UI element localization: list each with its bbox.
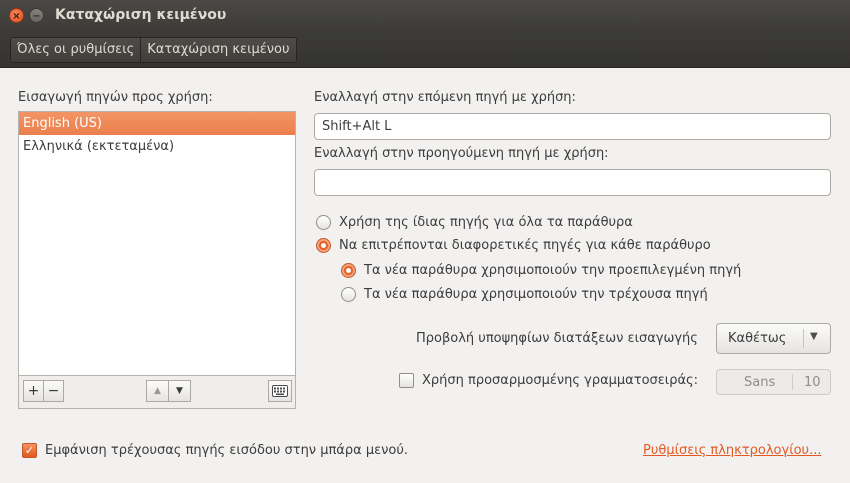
chevron-down-icon: ▼: [810, 331, 818, 342]
list-item[interactable]: English (US): [19, 112, 295, 135]
sources-toolbar: + − ▲ ▼: [18, 376, 296, 409]
add-source-button[interactable]: +: [23, 380, 44, 402]
toolbar: Όλες οι ρυθμίσεις Καταχώριση κειμένου: [0, 32, 850, 68]
keyboard-settings-link[interactable]: Ρυθμίσεις πληκτρολογίου...: [643, 443, 821, 458]
candidates-select[interactable]: Καθέτως ▼: [716, 323, 831, 354]
keyboard-layout-button[interactable]: [268, 380, 292, 402]
radio-label: Χρήση της ίδιας πηγής για όλα τα παράθυρ…: [339, 215, 633, 230]
list-item[interactable]: Ελληνικά (εκτεταμένα): [19, 135, 295, 158]
radio-unchecked-icon: [341, 287, 356, 302]
custom-font-checkbox[interactable]: [399, 373, 414, 388]
divider: [792, 374, 793, 390]
radio-checked-icon: [316, 238, 331, 253]
next-source-label: Εναλλαγή στην επόμενη πηγή με χρήση:: [314, 90, 576, 105]
new-windows-current-radio[interactable]: Τα νέα παράθυρα χρησιμοποιούν την τρέχου…: [341, 287, 708, 302]
move-up-button[interactable]: ▲: [146, 380, 169, 402]
font-chooser-button[interactable]: Sans 10: [716, 369, 831, 395]
window-title: Καταχώριση κειμένου: [55, 7, 227, 23]
keyboard-icon: [272, 385, 288, 397]
divider: [803, 329, 804, 348]
radio-label: Τα νέα παράθυρα χρησιμοποιούν την τρέχου…: [364, 287, 708, 302]
prev-source-shortcut-field[interactable]: [314, 169, 831, 196]
font-name: Sans: [744, 375, 776, 390]
breadcrumb-text-entry[interactable]: Καταχώριση κειμένου: [140, 38, 296, 62]
input-sources-list[interactable]: English (US) Ελληνικά (εκτεταμένα): [18, 111, 296, 376]
prev-source-label: Εναλλαγή στην προηγούμενη πηγή με χρήση:: [314, 146, 609, 161]
remove-source-button[interactable]: −: [43, 380, 64, 402]
font-size: 10: [804, 375, 821, 390]
move-down-button[interactable]: ▼: [168, 380, 191, 402]
radio-label: Τα νέα παράθυρα χρησιμοποιούν την προεπι…: [364, 263, 742, 278]
sources-heading: Εισαγωγή πηγών προς χρήση:: [18, 90, 213, 105]
window-titlebar: × − Καταχώριση κειμένου: [0, 0, 850, 32]
radio-label: Να επιτρέπονται διαφορετικές πηγές για κ…: [339, 238, 711, 253]
close-icon[interactable]: ×: [9, 8, 24, 23]
minimize-icon[interactable]: −: [29, 8, 44, 23]
custom-font-label: Χρήση προσαρμοσμένης γραμματοσειράς:: [422, 373, 699, 388]
radio-unchecked-icon: [316, 215, 331, 230]
radio-checked-icon: [341, 263, 356, 278]
candidates-value: Καθέτως: [728, 331, 787, 346]
show-menu-label: Εμφάνιση τρέχουσας πηγής εισόδου στην μπ…: [45, 443, 408, 458]
same-source-radio[interactable]: Χρήση της ίδιας πηγής για όλα τα παράθυρ…: [316, 215, 633, 230]
next-source-shortcut-field[interactable]: Shift+Alt L: [314, 113, 831, 140]
breadcrumb: Όλες οι ρυθμίσεις Καταχώριση κειμένου: [10, 37, 297, 63]
new-windows-default-radio[interactable]: Τα νέα παράθυρα χρησιμοποιούν την προεπι…: [341, 263, 741, 278]
show-menu-checkbox[interactable]: ✓: [22, 443, 37, 458]
candidates-label: Προβολή υποψηφίων διατάξεων εισαγωγής: [416, 331, 698, 346]
different-sources-radio[interactable]: Να επιτρέπονται διαφορετικές πηγές για κ…: [316, 238, 711, 253]
breadcrumb-all-settings[interactable]: Όλες οι ρυθμίσεις: [11, 38, 141, 62]
